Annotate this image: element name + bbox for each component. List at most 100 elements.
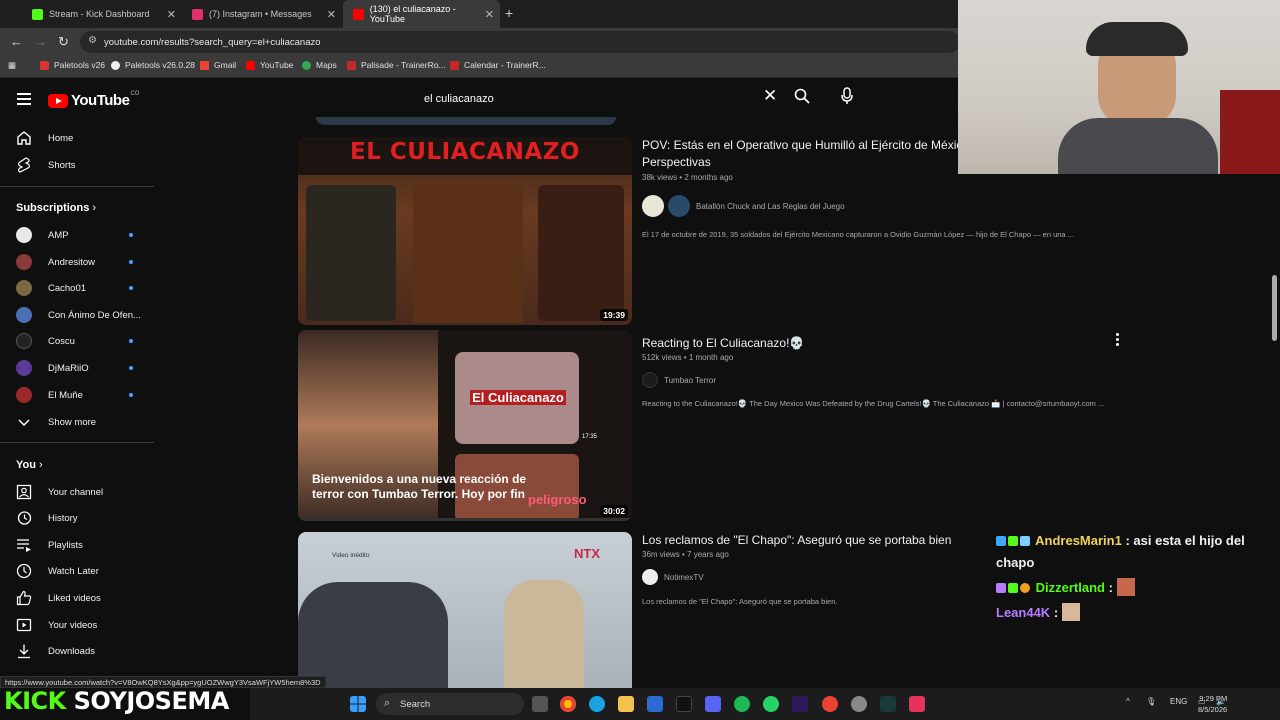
sidebar-item-sub-amp[interactable]: AMP <box>0 222 154 248</box>
apps-grid-icon[interactable]: ▦ <box>8 60 16 71</box>
sidebar-item-downloads[interactable]: Downloads <box>0 638 154 664</box>
sidebar-item-watch-later[interactable]: Watch Later <box>0 558 154 584</box>
bookmark-calendar[interactable]: Calendar - TrainerR... <box>450 60 546 70</box>
microphone-icon[interactable] <box>840 87 854 105</box>
search-input[interactable]: el culiacanazo <box>424 88 784 110</box>
premiere-icon[interactable] <box>792 696 808 712</box>
sidebar-item-sub-djmariio[interactable]: DjMaRiiO <box>0 355 154 381</box>
sidebar-item-your-videos[interactable]: Your videos <box>0 612 154 638</box>
logo-text: YouTube <box>71 92 130 109</box>
terminal-icon[interactable] <box>880 696 896 712</box>
chrome-icon[interactable] <box>560 696 576 712</box>
tab-kick-dashboard[interactable]: Stream - Kick Dashboard ✕ <box>22 0 182 28</box>
chat-message: Dizzertland : <box>996 577 1256 599</box>
whatsapp-icon[interactable] <box>763 696 779 712</box>
chat-separator: : <box>1104 580 1113 595</box>
bookmark-maps[interactable]: Maps <box>302 60 337 70</box>
avatar <box>16 227 32 243</box>
video-thumbnail[interactable]: El Culiacanazo 17:35 peligroso Bienvenid… <box>298 330 632 521</box>
sidebar-show-more[interactable]: Show more <box>0 409 154 435</box>
store-icon[interactable] <box>647 696 663 712</box>
sidebar-item-sub-andresitow[interactable]: Andresitow <box>0 249 154 275</box>
tray-overflow-icon[interactable]: ^ <box>1126 697 1130 706</box>
reload-icon[interactable]: ↻ <box>58 34 69 50</box>
bookmark-paletools-2[interactable]: Paletools v26.0.28 <box>111 60 195 70</box>
bookmark-youtube[interactable]: YouTube <box>246 60 293 70</box>
sidebar-item-your-channel[interactable]: Your channel <box>0 479 154 505</box>
previous-result-thumbnail[interactable] <box>316 117 616 125</box>
close-tab-icon[interactable]: ✕ <box>327 8 336 21</box>
tiktok-live-icon[interactable] <box>909 696 925 712</box>
spotify-icon[interactable] <box>734 696 750 712</box>
tab-instagram[interactable]: (7) Instagram • Messages ✕ <box>182 0 342 28</box>
channel-link[interactable]: Batallón Chuck and Las Reglas del Juego <box>642 195 845 217</box>
sidebar-item-history[interactable]: History <box>0 505 154 531</box>
sidebar-item-label: Shorts <box>48 159 76 171</box>
history-icon <box>17 511 32 525</box>
sidebar-item-sub-el-mune[interactable]: El Muñe <box>0 382 154 408</box>
sidebar-item-sub-cacho01[interactable]: Cacho01 <box>0 275 154 301</box>
close-tab-icon[interactable]: ✕ <box>485 8 494 21</box>
sidebar-item-sub-con-animo[interactable]: Con Ánimo De Ofen... <box>0 302 154 328</box>
inner-video-duration: 17:35 <box>582 434 598 440</box>
channel-link[interactable]: NotimexTV <box>642 569 704 585</box>
sidebar-divider <box>0 186 154 187</box>
sparkle-badge-icon <box>1008 583 1018 593</box>
chat-message: Lean44K : <box>996 602 1256 624</box>
chrome-profile-icon[interactable] <box>822 696 838 712</box>
taskbar-search[interactable]: ⌕ Search <box>376 693 524 715</box>
stream-chat-overlay: AndresMarin1 : asi esta el hijo del chap… <box>996 530 1256 624</box>
video-thumbnail[interactable]: Video inédito NTX <box>298 532 632 688</box>
task-view-icon[interactable] <box>532 696 548 712</box>
microphone-tray-icon[interactable]: 🎙 <box>1146 697 1156 706</box>
channel-link[interactable]: Tumbao Terror <box>642 372 716 388</box>
discord-icon[interactable] <box>705 696 721 712</box>
trainer-icon <box>347 60 356 70</box>
video-thumbnail[interactable]: EL CULIACANAZO 19:39 <box>298 137 632 325</box>
sidebar-item-label: Your channel <box>48 486 104 498</box>
video-title[interactable]: Reacting to El Culiacanazo!💀 <box>642 335 804 352</box>
youtube-logo[interactable]: YouTube CO <box>48 91 139 109</box>
subscriptions-heading[interactable]: Subscriptions › <box>16 202 96 214</box>
you-heading[interactable]: You › <box>16 459 43 471</box>
bookmark-paletools[interactable]: Paletools v26 <box>40 60 105 70</box>
close-tab-icon[interactable]: ✕ <box>167 8 176 21</box>
site-info-icon[interactable]: ⚙ <box>88 35 97 46</box>
video-description: El 17 de octubre de 2019, 35 soldados de… <box>642 230 1074 239</box>
chat-separator: : <box>1050 605 1059 620</box>
video-duration: 30:02 <box>600 505 628 517</box>
scene-figure <box>413 179 523 323</box>
settings-icon[interactable] <box>851 696 867 712</box>
menu-icon[interactable] <box>17 93 31 105</box>
address-bar[interactable]: ⚙ youtube.com/results?search_query=el+cu… <box>80 31 960 53</box>
bookmark-label: Calendar - TrainerR... <box>464 60 546 70</box>
search-icon[interactable] <box>794 88 810 104</box>
windows-start-icon[interactable] <box>350 696 366 712</box>
video-title[interactable]: POV: Estás en el Operativo que Humilló a… <box>642 137 969 171</box>
edge-icon[interactable] <box>589 696 605 712</box>
bookmark-gmail[interactable]: Gmail <box>200 60 236 70</box>
tiktok-icon[interactable] <box>676 696 692 712</box>
tab-label: (7) Instagram • Messages <box>209 9 312 19</box>
thumbnail-title: EL CULIACANAZO <box>350 139 580 165</box>
forward-arrow-icon[interactable]: → <box>34 34 47 49</box>
back-arrow-icon[interactable]: ← <box>10 34 23 49</box>
language-indicator[interactable]: ENG <box>1170 697 1187 706</box>
sidebar-item-playlists[interactable]: Playlists <box>0 532 154 558</box>
video-title-line: Perspectivas <box>642 155 711 169</box>
sidebar-item-home[interactable]: Home <box>0 125 154 151</box>
file-explorer-icon[interactable] <box>618 696 634 712</box>
sidebar-item-sub-coscu[interactable]: Coscu <box>0 328 154 354</box>
new-tab-button[interactable]: + <box>505 5 513 21</box>
video-title[interactable]: Los reclamos de "El Chapo": Aseguró que … <box>642 532 951 549</box>
sidebar-item-shorts[interactable]: Shorts <box>0 152 154 178</box>
more-options-icon[interactable] <box>1116 333 1120 347</box>
bookmark-palisade[interactable]: Palisade - TrainerRo... <box>347 60 446 70</box>
channel-name: Tumbao Terror <box>664 375 717 385</box>
sidebar-item-liked-videos[interactable]: Liked videos <box>0 585 154 611</box>
clear-search-icon[interactable]: ✕ <box>763 86 777 106</box>
taskbar-clock[interactable]: 9:29 PM 8/5/2026 <box>1198 693 1227 715</box>
tab-youtube[interactable]: (130) el culiacanazo - YouTube ✕ <box>343 0 500 28</box>
scrollbar-thumb[interactable] <box>1272 275 1277 341</box>
paletools-icon <box>40 60 49 70</box>
